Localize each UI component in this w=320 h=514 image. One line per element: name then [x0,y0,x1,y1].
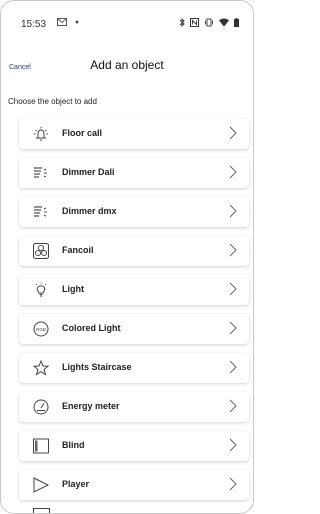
item-label: Light [62,284,84,294]
page-title: Add an object [90,58,164,72]
star-icon [33,360,49,376]
dimmer-icon [33,204,49,220]
floor-call-icon [33,126,49,142]
list-item-dimmer-dmx[interactable]: Dimmer dmx [19,197,249,227]
chevron-right-icon [229,204,237,218]
partial-icon [33,508,50,513]
list-item-dimmer-dali[interactable]: Dimmer Dali [19,158,249,188]
list-item-light[interactable]: Light [19,275,249,305]
gauge-icon [33,399,49,415]
wifi-icon [219,18,229,27]
fan-icon [33,243,49,259]
phone-frame: 15:53 Cancel Add an object Choose the ob… [0,0,254,514]
light-bulb-icon [33,282,49,298]
object-list: Floor call Dimmer Dali Dimmer dmx Fancoi… [19,119,249,509]
item-label: Blind [62,440,85,450]
list-item-floor-call[interactable]: Floor call [19,119,249,149]
chevron-right-icon [229,165,237,179]
chevron-right-icon [229,126,237,140]
status-bar: 15:53 [1,15,253,31]
dimmer-icon [33,165,49,181]
chevron-right-icon [229,282,237,296]
item-label: Energy meter [62,401,120,411]
rgb-icon: RGB [33,321,49,337]
item-label: Colored Light [62,323,121,333]
vibrate-icon [205,18,213,27]
list-item-player[interactable]: Player [19,470,249,500]
chevron-right-icon [229,477,237,491]
item-label: Dimmer dmx [62,206,117,216]
chevron-right-icon [229,243,237,257]
status-time: 15:53 [21,19,47,30]
play-icon [33,477,49,493]
chevron-right-icon [229,360,237,374]
item-label: Dimmer Dali [62,167,115,177]
item-label: Floor call [62,128,103,138]
bluetooth-icon [179,18,185,27]
list-item-lights-staircase[interactable]: Lights Staircase [19,353,249,383]
gmail-icon [57,18,67,26]
list-item-colored-light[interactable]: RGB Colored Light [19,314,249,344]
item-label: Player [62,479,90,489]
list-item-blind[interactable]: Blind [19,431,249,461]
item-label: Fancoil [62,245,94,255]
list-item-energy-meter[interactable]: Energy meter [19,392,249,422]
blind-icon [33,438,49,454]
rgb-icon-text: RGB [36,327,46,332]
chevron-right-icon [229,321,237,335]
chevron-right-icon [229,438,237,452]
battery-icon [234,18,239,27]
section-subtitle: Choose the object to add [8,97,97,106]
header: Cancel Add an object [1,56,253,78]
dot-icon [75,20,79,24]
chevron-right-icon [229,399,237,413]
nfc-icon [190,18,199,27]
list-item-fancoil[interactable]: Fancoil [19,236,249,266]
item-label: Lights Staircase [62,362,132,372]
list-item-next-partial [19,506,249,513]
